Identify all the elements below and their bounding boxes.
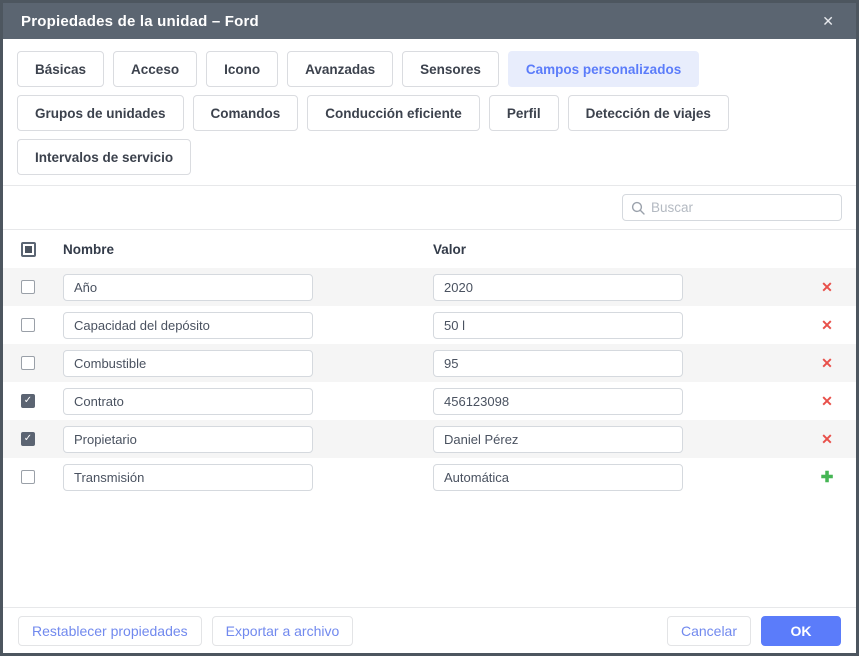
- field-value-input[interactable]: [433, 350, 683, 377]
- reset-properties-button[interactable]: Restablecer propiedades: [18, 616, 202, 646]
- delete-field-icon[interactable]: ✕: [798, 280, 856, 294]
- search-input[interactable]: [651, 200, 833, 215]
- table-row: ✓✕: [3, 420, 856, 458]
- footer-bar: Restablecer propiedades Exportar a archi…: [3, 607, 856, 653]
- row-checkbox[interactable]: ✓: [21, 394, 35, 408]
- tab-campos-personalizados[interactable]: Campos personalizados: [508, 51, 699, 87]
- table-row: ✕: [3, 344, 856, 382]
- tab-bar: BásicasAccesoIconoAvanzadasSensoresCampo…: [3, 39, 856, 186]
- table-body: ✕✕✕✓✕✓✕✚: [3, 268, 856, 496]
- field-name-input[interactable]: [63, 350, 313, 377]
- field-value-input[interactable]: [433, 274, 683, 301]
- field-name-input[interactable]: [63, 388, 313, 415]
- export-to-file-button[interactable]: Exportar a archivo: [212, 616, 354, 646]
- dialog-titlebar: Propiedades de la unidad – Ford ✕: [3, 3, 856, 39]
- tab-grupos-de-unidades[interactable]: Grupos de unidades: [17, 95, 184, 131]
- table-row: ✕: [3, 268, 856, 306]
- search-box[interactable]: [622, 194, 842, 221]
- dialog-title: Propiedades de la unidad – Ford: [21, 13, 259, 30]
- close-icon[interactable]: ✕: [818, 11, 838, 32]
- row-checkbox[interactable]: [21, 318, 35, 332]
- tab-conducción-eficiente[interactable]: Conducción eficiente: [307, 95, 480, 131]
- delete-field-icon[interactable]: ✕: [798, 432, 856, 446]
- row-checkbox[interactable]: [21, 356, 35, 370]
- tab-sensores[interactable]: Sensores: [402, 51, 499, 87]
- delete-field-icon[interactable]: ✕: [798, 394, 856, 408]
- delete-field-icon[interactable]: ✕: [798, 318, 856, 332]
- table-row: ✚: [3, 458, 856, 496]
- tab-comandos[interactable]: Comandos: [193, 95, 299, 131]
- tab-avanzadas[interactable]: Avanzadas: [287, 51, 393, 87]
- field-value-input[interactable]: [433, 464, 683, 491]
- tab-perfil[interactable]: Perfil: [489, 95, 559, 131]
- field-name-input[interactable]: [63, 274, 313, 301]
- row-checkbox[interactable]: [21, 280, 35, 294]
- field-value-input[interactable]: [433, 426, 683, 453]
- field-name-input[interactable]: [63, 426, 313, 453]
- tab-icono[interactable]: Icono: [206, 51, 278, 87]
- table-row: ✕: [3, 306, 856, 344]
- tab-intervalos-de-servicio[interactable]: Intervalos de servicio: [17, 139, 191, 175]
- unit-properties-dialog: Propiedades de la unidad – Ford ✕ Básica…: [0, 0, 859, 656]
- delete-field-icon[interactable]: ✕: [798, 356, 856, 370]
- tab-detección-de-viajes[interactable]: Detección de viajes: [568, 95, 729, 131]
- row-checkbox[interactable]: [21, 470, 35, 484]
- field-value-input[interactable]: [433, 388, 683, 415]
- row-checkbox[interactable]: ✓: [21, 432, 35, 446]
- field-value-input[interactable]: [433, 312, 683, 339]
- column-header-valor: Valor: [433, 242, 798, 257]
- field-name-input[interactable]: [63, 312, 313, 339]
- cancel-button[interactable]: Cancelar: [667, 616, 751, 646]
- footer-right-buttons: Cancelar OK: [667, 616, 841, 646]
- custom-fields-table: Nombre Valor ✕✕✕✓✕✓✕✚: [3, 230, 856, 607]
- search-icon: [631, 201, 645, 215]
- search-row: [3, 186, 856, 230]
- tab-básicas[interactable]: Básicas: [17, 51, 104, 87]
- footer-left-buttons: Restablecer propiedades Exportar a archi…: [18, 616, 353, 646]
- select-all-checkbox[interactable]: [21, 242, 36, 257]
- column-header-nombre: Nombre: [63, 242, 433, 257]
- table-row: ✓✕: [3, 382, 856, 420]
- tab-acceso[interactable]: Acceso: [113, 51, 197, 87]
- add-field-icon[interactable]: ✚: [798, 470, 856, 485]
- table-header-row: Nombre Valor: [3, 230, 856, 268]
- field-name-input[interactable]: [63, 464, 313, 491]
- ok-button[interactable]: OK: [761, 616, 841, 646]
